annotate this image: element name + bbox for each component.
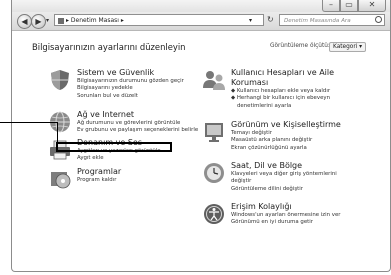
- view-by-dropdown[interactable]: Kategori ▾: [329, 42, 367, 52]
- search-icon[interactable]: [375, 16, 382, 23]
- category-link[interactable]: Sorunları bul ve düzelt: [77, 93, 184, 100]
- category-link[interactable]: Ev grubunu ve paylaşım seçeneklerini bel…: [77, 127, 198, 134]
- page-title: Bilgisayarınızın ayarlarını düzenleyin: [32, 42, 186, 52]
- back-button[interactable]: ◀: [17, 14, 32, 29]
- programs-disc-icon: [48, 167, 72, 191]
- minimize-button[interactable]: –: [322, 0, 340, 12]
- forward-button[interactable]: ▶: [31, 14, 46, 29]
- recent-pages-dropdown-icon[interactable]: ▾: [46, 17, 49, 24]
- users-icon: [202, 68, 226, 92]
- maximize-button[interactable]: ▭: [340, 0, 358, 12]
- control-panel-window: – ▭ ✕ ◀ ▶ ▾ ▸ Denetim Masası ▸ ▾ ↻ Denet…: [11, 0, 391, 272]
- control-panel-icon: [58, 17, 64, 24]
- category-link[interactable]: Görünümü en iyi duruma getir: [231, 219, 340, 226]
- category-link[interactable]: Görüntüleme dilini değiştir: [231, 186, 337, 193]
- view-by-label: Görüntüleme ölçütü:: [270, 43, 330, 49]
- category-link[interactable]: Program kaldır: [77, 177, 121, 184]
- category-title[interactable]: Ağ ve Internet: [77, 110, 198, 120]
- address-dropdown-icon[interactable]: ▾: [249, 17, 252, 24]
- category-link-text[interactable]: Kullanıcı hesapları ekle veya kaldır: [237, 88, 330, 94]
- category-link[interactable]: ◆ Herhangi bir kullanıcı için ebeveyn: [231, 95, 334, 102]
- category-link[interactable]: Ağ durumunu ve görevlerini görüntüle: [77, 120, 198, 127]
- category-title[interactable]: Kullanıcı Hesapları ve Aile: [231, 68, 334, 78]
- category-link[interactable]: Bilgisayarını yedekle: [77, 85, 184, 92]
- category-title[interactable]: Sistem ve Güvenlik: [77, 68, 184, 78]
- search-input[interactable]: Denetim Masasında Ara: [279, 14, 385, 26]
- ease-of-access-icon: [202, 202, 226, 226]
- search-placeholder: Denetim Masasında Ara: [284, 18, 351, 24]
- category-link[interactable]: Ekran çözünürlüğünü ayarla: [231, 145, 341, 152]
- refresh-icon[interactable]: ↻: [267, 14, 274, 26]
- category-link[interactable]: Aygıt ekle: [77, 155, 161, 162]
- category-link[interactable]: Windows'un ayarları önermesine izin ver: [231, 212, 340, 219]
- highlight-box: [56, 142, 172, 152]
- breadcrumb-control-panel[interactable]: Denetim Masası: [71, 17, 119, 24]
- category-link[interactable]: ◆ Kullanıcı hesapları ekle veya kaldır: [231, 88, 334, 95]
- category-link-text[interactable]: Herhangi bir kullanıcı için ebeveyn: [237, 95, 330, 101]
- category-link[interactable]: Masaüstü arka planını değiştir: [231, 137, 341, 144]
- shield-icon: [48, 68, 72, 92]
- category-title[interactable]: Erişim Kolaylığı: [231, 202, 340, 212]
- close-button[interactable]: ✕: [358, 0, 386, 12]
- category-title-continued[interactable]: Koruması: [231, 78, 334, 88]
- callout-pointer-line: [0, 122, 58, 123]
- category-title[interactable]: Saat, Dil ve Bölge: [231, 161, 337, 171]
- category-title[interactable]: Görünüm ve Kişiselleştirme: [231, 120, 341, 130]
- window-controls: – ▭ ✕: [322, 0, 386, 12]
- appearance-icon: [202, 120, 226, 144]
- category-link-continued[interactable]: denetimlerini ayarla: [231, 103, 334, 110]
- category-title[interactable]: Programlar: [77, 167, 121, 177]
- clock-globe-icon: [202, 161, 226, 185]
- address-bar[interactable]: ▸ Denetim Masası ▸: [54, 14, 264, 26]
- callout-pointer-connector: [57, 122, 58, 144]
- category-link[interactable]: Bilgisayarınızın durumunu gözden geçir: [77, 78, 184, 85]
- address-toolbar: ◀ ▶ ▾ ▸ Denetim Masası ▸ ▾ ↻ Denetim Mas…: [12, 12, 390, 31]
- category-link[interactable]: değiştir: [231, 178, 337, 185]
- breadcrumb-chevron-icon[interactable]: ▸: [119, 17, 124, 24]
